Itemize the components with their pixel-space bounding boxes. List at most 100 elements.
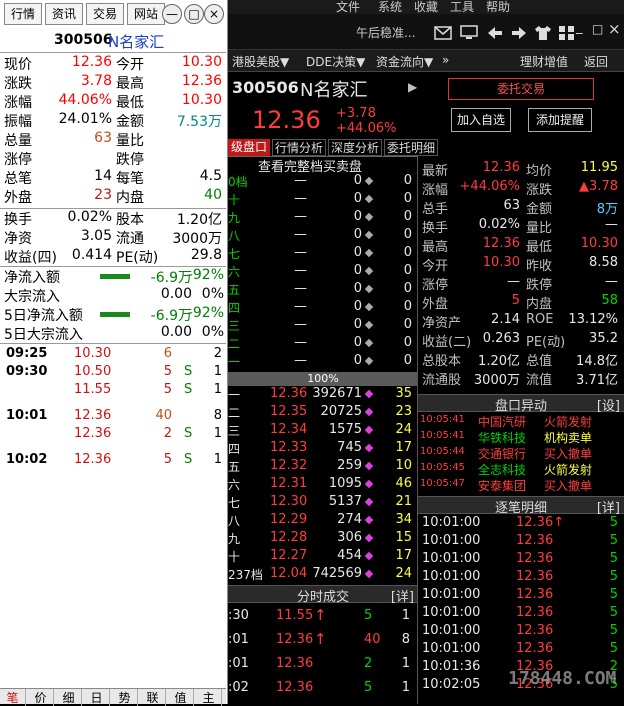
trade-volume: 5 bbox=[163, 452, 172, 467]
buy-sell-ratio-bar: 100% bbox=[228, 372, 418, 386]
level-count: 0 bbox=[403, 353, 412, 368]
add-favorite-button[interactable]: 加入自选 bbox=[451, 108, 511, 132]
nav-more[interactable]: » bbox=[442, 53, 449, 67]
bottom-tab[interactable]: 价 bbox=[28, 689, 54, 706]
menu-favorites[interactable]: 收藏 bbox=[414, 0, 438, 15]
tick-time: 10:01:00 bbox=[422, 623, 481, 638]
menu-file[interactable]: 文件 bbox=[336, 0, 360, 15]
movers-settings-link[interactable]: [设] bbox=[597, 395, 620, 414]
level-price: 12.34 bbox=[270, 422, 308, 437]
nav-dde[interactable]: DDE决策▼ bbox=[306, 53, 365, 70]
minimize-icon[interactable]: — bbox=[162, 4, 182, 24]
tab-news[interactable]: 资讯 bbox=[45, 3, 83, 25]
play-arrow-icon[interactable]: ▶ bbox=[408, 80, 417, 94]
sidebar-value: 40 bbox=[204, 187, 222, 203]
close-icon[interactable]: × bbox=[204, 4, 224, 24]
sidebar-value: 29.8 bbox=[190, 247, 222, 263]
add-alert-button[interactable]: 添加提醒 bbox=[528, 108, 592, 132]
nav-back[interactable]: 返回 bbox=[584, 53, 608, 70]
tick-volume: 5 bbox=[609, 641, 618, 656]
bottom-tab[interactable]: 细 bbox=[56, 689, 82, 706]
quote-value: 12.36 bbox=[482, 160, 520, 175]
sidebar-flow-row: 净流入额 -6.9万 -92% bbox=[0, 267, 226, 286]
tick-time: 10:01:00 bbox=[422, 641, 481, 656]
forward-arrow-icon[interactable] bbox=[510, 25, 528, 41]
sidebar-value: 1.20亿 bbox=[176, 212, 222, 228]
shirt-icon[interactable] bbox=[534, 25, 552, 41]
tab-trade[interactable]: 交易 bbox=[86, 3, 124, 25]
trade-time: :01 bbox=[228, 632, 249, 647]
trade-time: :30 bbox=[228, 608, 249, 623]
tick-time: 10:01:36 bbox=[422, 659, 481, 674]
top-menu-bar: 文件 系统 收藏 工具 帮助 bbox=[228, 0, 624, 14]
mover-row[interactable]: 10:05:41 中国汽研 火箭发射 bbox=[418, 413, 624, 429]
mover-row[interactable]: 10:05:47 安泰集团 买入撤单 bbox=[418, 477, 624, 493]
sidebar-fund-row: 换手 0.02% 股本 1.20亿 bbox=[0, 209, 226, 228]
level-price: — bbox=[294, 353, 307, 368]
tab-market-analysis[interactable]: 行情分析 bbox=[272, 139, 326, 156]
quote-value: 3000万 bbox=[473, 373, 520, 388]
mover-row[interactable]: 10:05:44 交通银行 买入撤单 bbox=[418, 445, 624, 461]
monitor-icon[interactable] bbox=[460, 25, 478, 41]
news-marquee[interactable]: 午后稳准... bbox=[356, 24, 415, 41]
back-arrow-icon[interactable] bbox=[486, 25, 504, 41]
nav-wealth[interactable]: 理财增值 bbox=[520, 53, 568, 70]
nav-hk-us[interactable]: 港股美股▼ bbox=[232, 53, 289, 70]
nav-fund-flow[interactable]: 资金流向▼ bbox=[376, 53, 433, 70]
maximize-button[interactable]: □ bbox=[592, 22, 603, 36]
sell-level-row: 五 — 0 0 bbox=[228, 281, 418, 299]
level-volume: 0 bbox=[353, 263, 362, 278]
bottom-tab[interactable]: 联 bbox=[140, 689, 166, 706]
sidebar-value: 10.30 bbox=[181, 92, 222, 108]
level-label: 八 bbox=[228, 514, 241, 528]
level-dot-icon bbox=[364, 389, 374, 399]
trade-price: 10.50 bbox=[74, 364, 112, 379]
menu-system[interactable]: 系统 bbox=[378, 0, 402, 15]
level-dot-icon bbox=[364, 338, 374, 348]
menu-tools[interactable]: 工具 bbox=[450, 0, 474, 15]
time-trades-detail-link[interactable]: [详] bbox=[391, 586, 414, 605]
ticks-detail-link[interactable]: [详] bbox=[597, 497, 620, 516]
time-trade-row: :02 12.36 5 1 bbox=[228, 680, 418, 700]
quote-label: 内盘 bbox=[526, 297, 553, 312]
level-volume: 392671 bbox=[312, 386, 362, 401]
mover-stock: 全志科技 bbox=[478, 463, 527, 477]
tab-order-detail[interactable]: 委托明细 bbox=[384, 139, 438, 156]
bottom-tab[interactable]: 日 bbox=[84, 689, 110, 706]
quote-row: 外盘 5 内盘 58 bbox=[418, 293, 624, 312]
tab-depth-analysis[interactable]: 深度分析 bbox=[328, 139, 382, 156]
trade-volume: 5 bbox=[163, 364, 172, 379]
tab-quotes[interactable]: 行情 bbox=[4, 3, 42, 25]
mail-icon[interactable] bbox=[434, 26, 452, 40]
mover-row[interactable]: 10:05:45 全志科技 火箭发射 bbox=[418, 461, 624, 477]
trade-price: 12.36 bbox=[74, 452, 112, 467]
time-trade-row: :01 12.36 ↑ 40 8 bbox=[228, 630, 418, 652]
restore-icon[interactable]: □ bbox=[184, 4, 204, 24]
close-button[interactable]: × bbox=[608, 20, 621, 38]
sidebar-trade-row: 12.36 2 S 1 bbox=[0, 426, 226, 444]
bottom-tab[interactable]: 势 bbox=[112, 689, 138, 706]
grid-icon[interactable] bbox=[558, 25, 576, 41]
level-label: 八 bbox=[228, 229, 241, 243]
bottom-tab[interactable]: 值 bbox=[168, 689, 194, 706]
movers-list: 10:05:41 中国汽研 火箭发射 10:05:41 华铁科技 机构卖单 10:05:44… bbox=[418, 413, 624, 493]
level-price: — bbox=[294, 335, 307, 350]
level-count: 17 bbox=[395, 440, 412, 455]
tab-website[interactable]: 网站 bbox=[127, 3, 165, 25]
level-count: 0 bbox=[403, 263, 412, 278]
menu-help[interactable]: 帮助 bbox=[486, 0, 510, 15]
tab-level2-book[interactable]: 级盘口 bbox=[228, 139, 270, 156]
level-price: — bbox=[294, 173, 307, 188]
movers-title: 盘口异动 bbox=[494, 399, 547, 414]
quote-sidebar: 行情 资讯 交易 网站 — □ × 300506 N名家汇 现价 12.36 今开 1… bbox=[0, 0, 228, 706]
trade-button[interactable]: 委托交易 bbox=[448, 78, 594, 100]
sidebar-quote-row: 总笔 14 每笔 4.5 bbox=[0, 168, 226, 187]
tick-row: 10:01:00 12.36 5 bbox=[418, 623, 624, 641]
level-volume: 0 bbox=[353, 281, 362, 296]
level-volume: 0 bbox=[353, 299, 362, 314]
bottom-tab[interactable]: 笔 bbox=[0, 689, 26, 706]
minimize-button[interactable]: _ bbox=[576, 20, 583, 35]
mover-row[interactable]: 10:05:41 华铁科技 机构卖单 bbox=[418, 429, 624, 445]
sidebar-fund-row: 收益(四) 0.414 PE(动) 29.8 bbox=[0, 247, 226, 266]
bottom-tab[interactable]: 主 bbox=[196, 689, 222, 706]
